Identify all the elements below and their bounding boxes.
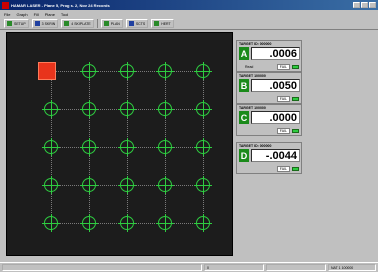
target-point[interactable] xyxy=(80,100,98,118)
fail-label: FAIL xyxy=(279,128,287,133)
menu-fill[interactable]: Fill xyxy=(34,12,39,17)
scts-icon xyxy=(128,21,134,26)
scts-label: SCTS xyxy=(135,21,146,26)
target-point[interactable] xyxy=(156,62,174,80)
target-point[interactable] xyxy=(42,100,60,118)
axis-title: TARGET ID: 000000 xyxy=(239,144,272,148)
target-point[interactable] xyxy=(42,214,60,232)
maximize-button[interactable] xyxy=(361,2,368,8)
plan-icon xyxy=(103,21,109,26)
axis-foot: FAIL xyxy=(239,165,299,172)
menu-tool[interactable]: Tool xyxy=(61,12,68,17)
axis-value: .0006 xyxy=(251,47,300,60)
axis-value: .0050 xyxy=(251,79,300,92)
status-right: NAT 1 100000 xyxy=(328,264,376,271)
axis-value: .0000 xyxy=(251,111,300,124)
target-point[interactable] xyxy=(194,138,212,156)
plate-label: 4 SKIPLATE xyxy=(71,21,91,26)
hert-label: HERT xyxy=(161,21,171,26)
plate-button[interactable]: 4 SKIPLATE xyxy=(61,19,94,28)
axis-foot: FAIL xyxy=(239,95,299,102)
screen-icon xyxy=(34,21,40,26)
plate-icon xyxy=(64,21,70,26)
target-point[interactable] xyxy=(156,138,174,156)
plan-button[interactable]: PLAN xyxy=(100,19,123,28)
target-point[interactable] xyxy=(118,176,136,194)
target-point[interactable] xyxy=(156,100,174,118)
axis-title: TARGET 100000 xyxy=(239,74,266,78)
axis-title: TARGET 100000 xyxy=(239,106,266,110)
axis-panel-c: TARGET 100000 C .0000 FAIL xyxy=(236,104,302,136)
axis-letter: B xyxy=(239,79,249,92)
status-led xyxy=(292,96,299,101)
target-point[interactable] xyxy=(80,176,98,194)
axis-panel-b: TARGET 100000 B .0050 FAIL xyxy=(236,72,302,104)
title-bar: HAMAR LASER - Plane 5, Prog s. 2, Nov 24… xyxy=(0,0,378,10)
hert-icon xyxy=(154,21,160,26)
status-middle: 0 xyxy=(204,264,264,271)
close-button[interactable] xyxy=(369,2,376,8)
menu-file[interactable]: File xyxy=(4,12,10,17)
laser-marker[interactable] xyxy=(38,62,56,80)
target-point[interactable] xyxy=(118,138,136,156)
axis-letter: A xyxy=(239,47,249,60)
axis-foot: FAIL xyxy=(239,127,299,134)
target-point[interactable] xyxy=(194,62,212,80)
hert-button[interactable]: HERT xyxy=(151,19,174,28)
menu-plane[interactable]: Plane xyxy=(45,12,55,17)
target-point[interactable] xyxy=(80,62,98,80)
axis-letter: C xyxy=(239,111,249,124)
target-point[interactable] xyxy=(118,100,136,118)
target-point[interactable] xyxy=(42,138,60,156)
plot-canvas[interactable] xyxy=(6,32,233,256)
status-left xyxy=(2,264,202,271)
plan-label: PLAN xyxy=(110,21,120,26)
minimize-button[interactable] xyxy=(353,2,360,8)
axis-panels: TARGET ID: 000000 A .0006 Read FAIL TARG… xyxy=(236,32,378,256)
setup-label: SETUP xyxy=(14,21,26,26)
window-title: HAMAR LASER - Plane 5, Prog s. 2, Nov 24… xyxy=(11,2,110,8)
target-point[interactable] xyxy=(194,176,212,194)
window-controls xyxy=(353,2,376,8)
fail-indicator: FAIL xyxy=(276,127,290,134)
target-point[interactable] xyxy=(42,176,60,194)
menu-graph[interactable]: Graph xyxy=(16,12,27,17)
target-point[interactable] xyxy=(156,214,174,232)
toolbar: SETUP 3 SKRIN 4 SKIPLATE PLAN SCTS HERT xyxy=(0,18,378,30)
target-point[interactable] xyxy=(80,138,98,156)
target-point[interactable] xyxy=(80,214,98,232)
axis-value: -.0044 xyxy=(251,149,300,162)
axis-letter: D xyxy=(239,149,249,162)
target-point[interactable] xyxy=(194,214,212,232)
status-led xyxy=(292,128,299,133)
target-point[interactable] xyxy=(118,62,136,80)
status-bar: 0 NAT 1 100000 xyxy=(0,262,378,272)
screen-label: 3 SKRIN xyxy=(41,21,56,26)
app-icon xyxy=(2,1,9,9)
target-point[interactable] xyxy=(194,100,212,118)
status-led xyxy=(292,64,299,69)
scts-button[interactable]: SCTS xyxy=(125,19,149,28)
read-label: Read xyxy=(245,64,254,69)
fail-indicator: FAIL xyxy=(276,95,290,102)
setup-button[interactable]: SETUP xyxy=(4,19,29,28)
fail-label: FAIL xyxy=(279,166,287,171)
fail-label: FAIL xyxy=(279,96,287,101)
menu-bar: File Graph Fill Plane Tool xyxy=(0,10,378,18)
axis-panel-a: TARGET ID: 000000 A .0006 Read FAIL xyxy=(236,40,302,72)
setup-icon xyxy=(7,21,12,26)
axis-foot: Read FAIL xyxy=(239,63,299,70)
toolbar-separator xyxy=(96,19,98,28)
fail-label: FAIL xyxy=(279,64,287,69)
status-led xyxy=(292,166,299,171)
fail-indicator: FAIL xyxy=(276,165,290,172)
axis-panel-d: TARGET ID: 000000 D -.0044 FAIL xyxy=(236,142,302,174)
screen-button[interactable]: 3 SKRIN xyxy=(31,19,59,28)
status-spacer xyxy=(266,264,326,271)
axis-title: TARGET ID: 000000 xyxy=(239,42,272,46)
target-point[interactable] xyxy=(118,214,136,232)
fail-indicator: FAIL xyxy=(276,63,290,70)
target-point[interactable] xyxy=(156,176,174,194)
